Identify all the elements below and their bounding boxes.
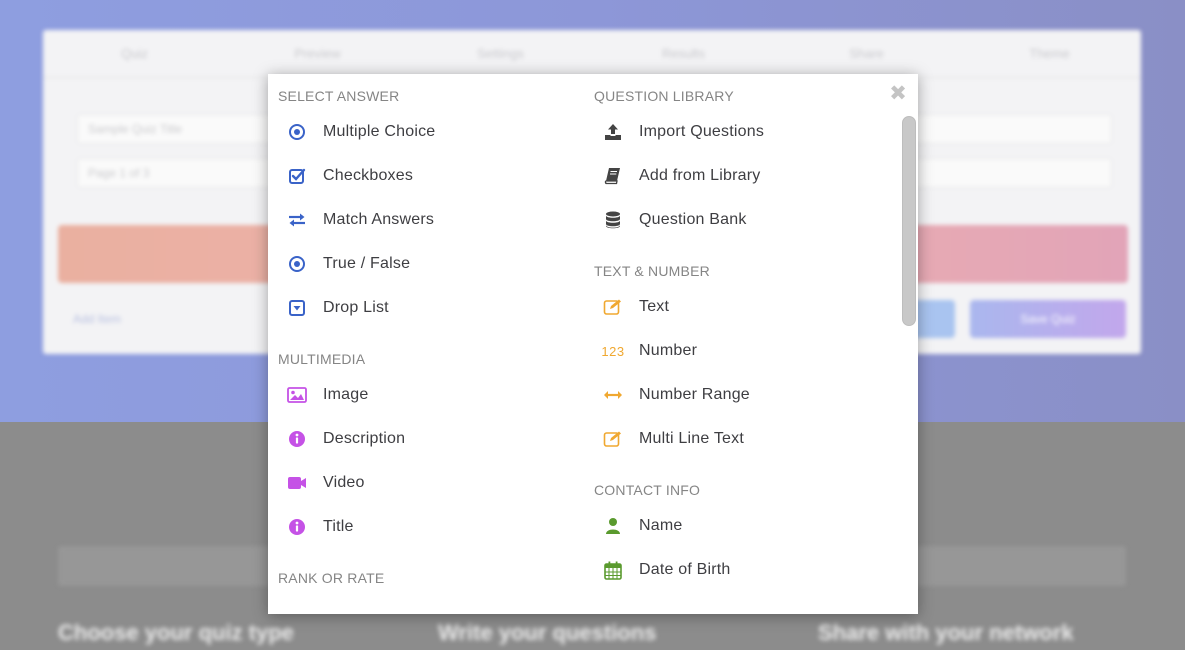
menu-item-label: Drop List	[323, 299, 389, 316]
menu-item-label: Add from Library	[639, 167, 761, 184]
question-type-modal: ✖ SELECT ANSWER Multiple Choice Checkbox…	[268, 74, 918, 614]
background-caption: Write your questions	[438, 620, 657, 645]
background-tab: Quiz	[121, 46, 148, 61]
menu-item-label: Text	[639, 298, 670, 315]
background-button-primary: Save Quiz	[970, 300, 1126, 338]
section-title-text-number: TEXT & NUMBER	[594, 263, 710, 279]
upload-icon	[603, 122, 623, 142]
section-title-rank-or-rate: RANK OR RATE	[278, 570, 385, 586]
background-tabs: Quiz Preview Settings Results Share Them…	[43, 30, 1141, 78]
menu-item-video[interactable]: Video	[278, 461, 578, 505]
menu-item-label: Match Answers	[323, 211, 435, 228]
menu-item-label: True / False	[323, 255, 411, 272]
menu-item-label: Question Bank	[639, 211, 747, 228]
background-tab: Share	[849, 46, 884, 61]
exchange-arrows-icon	[287, 210, 307, 230]
menu-item-number[interactable]: 123 Number	[594, 329, 894, 373]
menu-item-drop-list[interactable]: Drop List	[278, 286, 578, 330]
background-tab: Settings	[477, 46, 524, 61]
horizontal-arrows-icon	[603, 385, 623, 405]
menu-item-date-of-birth[interactable]: Date of Birth	[594, 548, 894, 592]
checkbox-icon	[287, 166, 307, 186]
calendar-icon	[603, 560, 623, 580]
menu-item-label: Number Range	[639, 386, 750, 403]
section-title-select-answer: SELECT ANSWER	[278, 88, 400, 104]
info-circle-icon	[287, 429, 307, 449]
menu-item-label: Import Questions	[639, 123, 765, 140]
menu-item-add-from-library[interactable]: Add from Library	[594, 154, 894, 198]
menu-item-label: Multiple Choice	[323, 123, 436, 140]
section-title-contact-info: CONTACT INFO	[594, 482, 701, 498]
menu-item-checkboxes[interactable]: Checkboxes	[278, 154, 578, 198]
menu-item-name[interactable]: Name	[594, 504, 894, 548]
menu-item-label: Date of Birth	[639, 561, 731, 578]
section-title-question-library: QUESTION LIBRARY	[594, 88, 734, 104]
menu-item-text[interactable]: Text	[594, 285, 894, 329]
number-123-icon: 123	[601, 343, 625, 359]
radio-dot-icon	[287, 254, 307, 274]
edit-icon	[603, 297, 623, 317]
background-tab: Theme	[1029, 46, 1070, 61]
menu-item-label: Video	[323, 474, 365, 491]
background-caption: Choose your quiz type	[58, 620, 294, 645]
menu-item-import-questions[interactable]: Import Questions	[594, 110, 894, 154]
menu-item-image[interactable]: Image	[278, 373, 578, 417]
menu-item-match-answers[interactable]: Match Answers	[278, 198, 578, 242]
menu-item-label: Number	[639, 342, 698, 359]
menu-item-title[interactable]: Title	[278, 505, 578, 549]
scrollbar-thumb[interactable]	[902, 116, 916, 326]
menu-item-label: Description	[323, 430, 406, 447]
book-icon	[603, 166, 623, 186]
background-caption: Share with your network	[818, 620, 1074, 645]
section-title-multimedia: MULTIMEDIA	[278, 351, 366, 367]
menu-item-true-false[interactable]: True / False	[278, 242, 578, 286]
right-column: QUESTION LIBRARY Import Questions Add fr…	[594, 74, 894, 592]
menu-item-multi-line-text[interactable]: Multi Line Text	[594, 417, 894, 461]
background-tab: Preview	[294, 46, 341, 61]
menu-item-number-range[interactable]: Number Range	[594, 373, 894, 417]
menu-item-label: Multi Line Text	[639, 430, 744, 447]
background-tab: Results	[661, 46, 706, 61]
menu-item-question-bank[interactable]: Question Bank	[594, 198, 894, 242]
background-link: Add Item	[73, 312, 122, 326]
info-circle-icon	[287, 517, 307, 537]
menu-item-label: Image	[323, 386, 369, 403]
database-icon	[603, 210, 623, 230]
menu-item-label: Checkboxes	[323, 167, 414, 184]
edit-icon	[603, 429, 623, 449]
dropdown-box-icon	[287, 298, 307, 318]
radio-dot-icon	[287, 122, 307, 142]
menu-item-description[interactable]: Description	[278, 417, 578, 461]
image-icon	[287, 385, 307, 405]
left-column: SELECT ANSWER Multiple Choice Checkboxes…	[278, 74, 578, 592]
user-icon	[603, 516, 623, 536]
menu-item-label: Title	[323, 518, 354, 535]
menu-item-label: Name	[639, 517, 683, 534]
video-camera-icon	[287, 473, 307, 493]
menu-item-multiple-choice[interactable]: Multiple Choice	[278, 110, 578, 154]
